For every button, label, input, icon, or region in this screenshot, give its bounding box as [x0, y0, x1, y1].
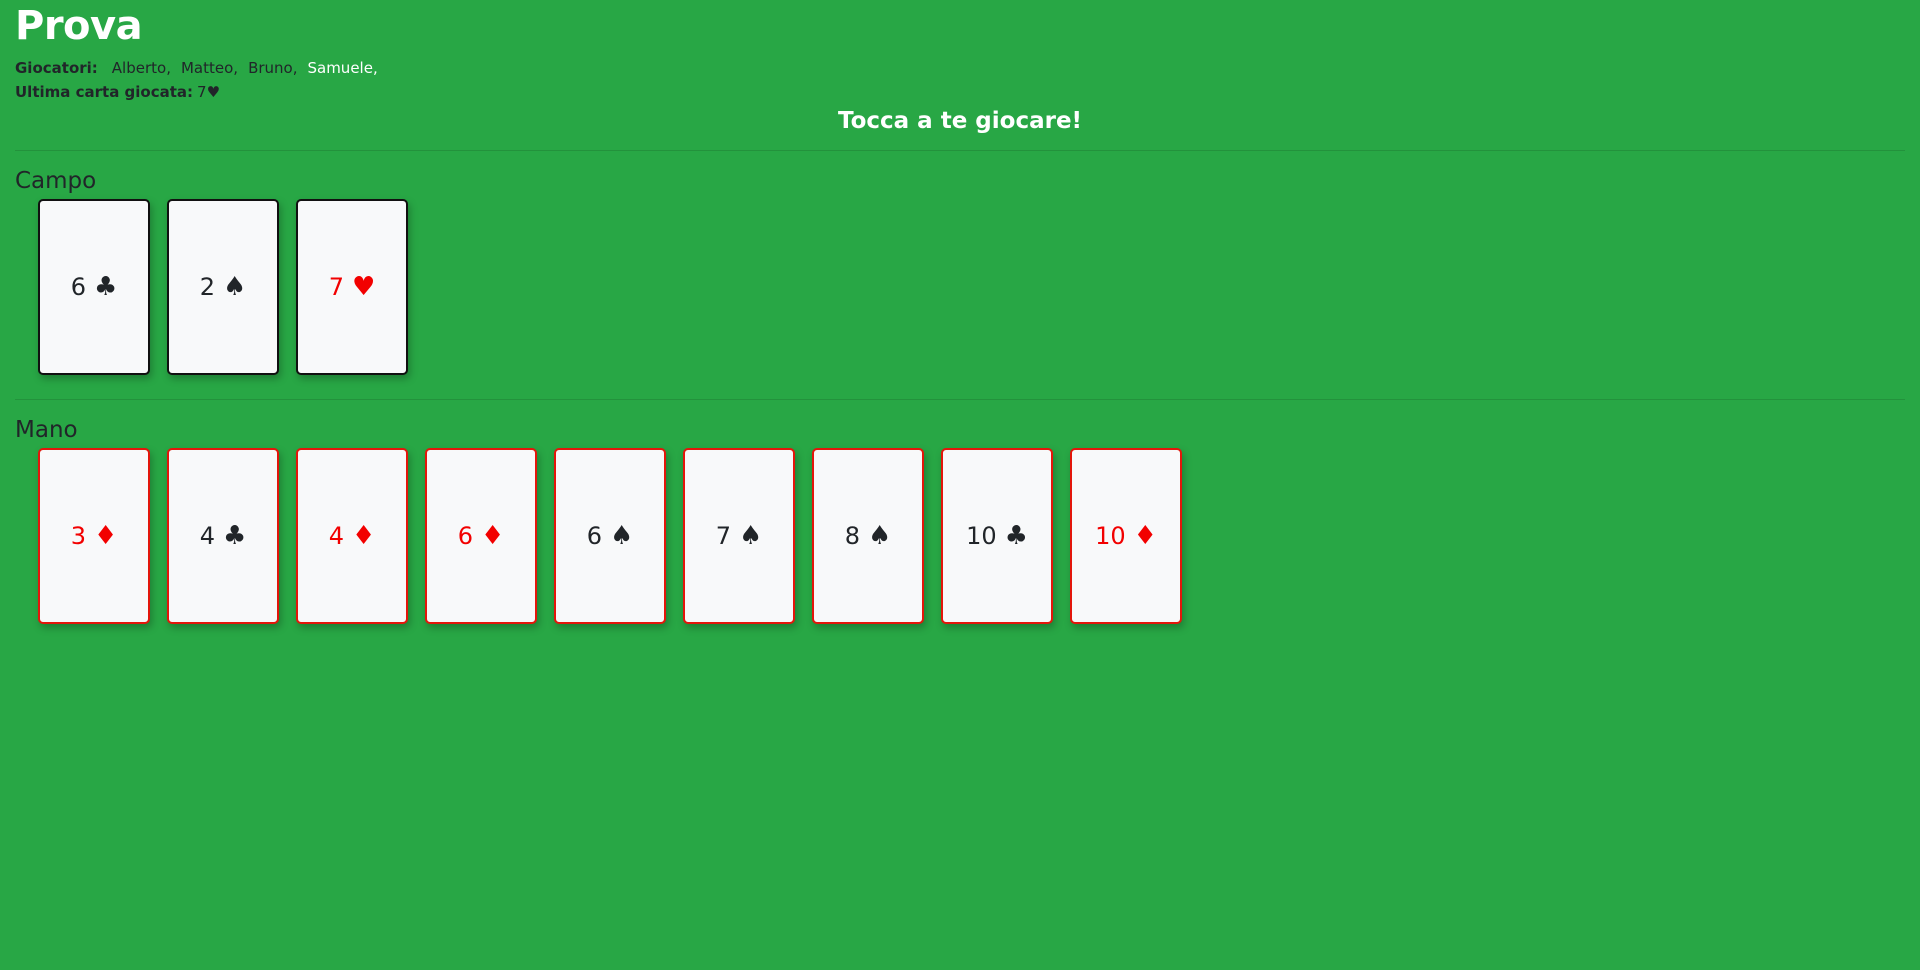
campo-cards: 6 ♣ 2 ♠ 7 ♥	[15, 199, 1905, 375]
card-suit-icon: ♣	[1004, 521, 1028, 551]
card-rank: 10	[966, 522, 997, 550]
player-name: Bruno,	[248, 59, 298, 77]
last-card-label: Ultima carta giocata:	[15, 83, 194, 101]
players-row: Giocatori: Alberto, Matteo, Bruno, Samuele,	[15, 58, 1905, 78]
card-rank: 7	[715, 522, 731, 550]
card-suit-icon: ♠	[609, 521, 634, 551]
card-suit-icon: ♥	[351, 272, 376, 302]
card-rank: 10	[1095, 522, 1126, 550]
card-rank: 6	[586, 522, 602, 550]
campo-title: Campo	[15, 168, 97, 194]
hand-card[interactable]: 8 ♠	[812, 448, 924, 624]
card-suit-icon: ♦	[351, 521, 376, 551]
divider	[15, 399, 1905, 400]
card-rank: 7	[328, 273, 344, 301]
card-suit-icon: ♠	[222, 272, 247, 302]
card-suit-icon: ♣	[222, 521, 247, 551]
mano-cards: 3 ♦ 4 ♣ 4 ♦ 6 ♦ 6 ♠ 7 ♠ 8 ♠ 10 ♣ 10 ♦	[15, 448, 1905, 624]
card-rank: 2	[199, 273, 215, 301]
card-suit-icon: ♠	[738, 521, 763, 551]
hand-card[interactable]: 4 ♦	[296, 448, 408, 624]
page-title: Prova	[15, 3, 143, 49]
card-rank: 6	[70, 273, 86, 301]
card-suit-icon: ♣	[93, 272, 118, 302]
hand-card[interactable]: 10 ♦	[1070, 448, 1182, 624]
game-page: Prova Giocatori: Alberto, Matteo, Bruno, Sa…	[0, 0, 1920, 970]
players-label: Giocatori:	[15, 59, 98, 77]
card-suit-icon: ♠	[867, 521, 892, 551]
mano-title: Mano	[15, 417, 78, 443]
divider	[15, 150, 1905, 151]
player-name: Alberto,	[111, 59, 171, 77]
hand-card[interactable]: 3 ♦	[38, 448, 150, 624]
hand-card[interactable]: 4 ♣	[167, 448, 279, 624]
field-card[interactable]: 6 ♣	[38, 199, 150, 375]
field-card[interactable]: 2 ♠	[167, 199, 279, 375]
card-rank: 4	[199, 522, 215, 550]
hand-card[interactable]: 6 ♦	[425, 448, 537, 624]
player-name: Matteo,	[180, 59, 239, 77]
hand-card[interactable]: 7 ♠	[683, 448, 795, 624]
player-name: Samuele,	[307, 59, 378, 77]
card-rank: 3	[70, 522, 86, 550]
card-rank: 6	[457, 522, 473, 550]
players-list: Alberto, Matteo, Bruno, Samuele,	[112, 58, 388, 78]
hand-card[interactable]: 6 ♠	[554, 448, 666, 624]
card-rank: 8	[844, 522, 860, 550]
card-suit-icon: ♦	[93, 521, 118, 551]
last-card-row: Ultima carta giocata: 7♥	[15, 82, 1905, 102]
turn-message: Tocca a te giocare!	[837, 108, 1083, 134]
card-suit-icon: ♦	[480, 521, 505, 551]
last-card-value: 7♥	[197, 83, 221, 101]
hand-card[interactable]: 10 ♣	[941, 448, 1053, 624]
card-rank: 4	[328, 522, 344, 550]
field-card[interactable]: 7 ♥	[296, 199, 408, 375]
card-suit-icon: ♦	[1133, 521, 1157, 551]
